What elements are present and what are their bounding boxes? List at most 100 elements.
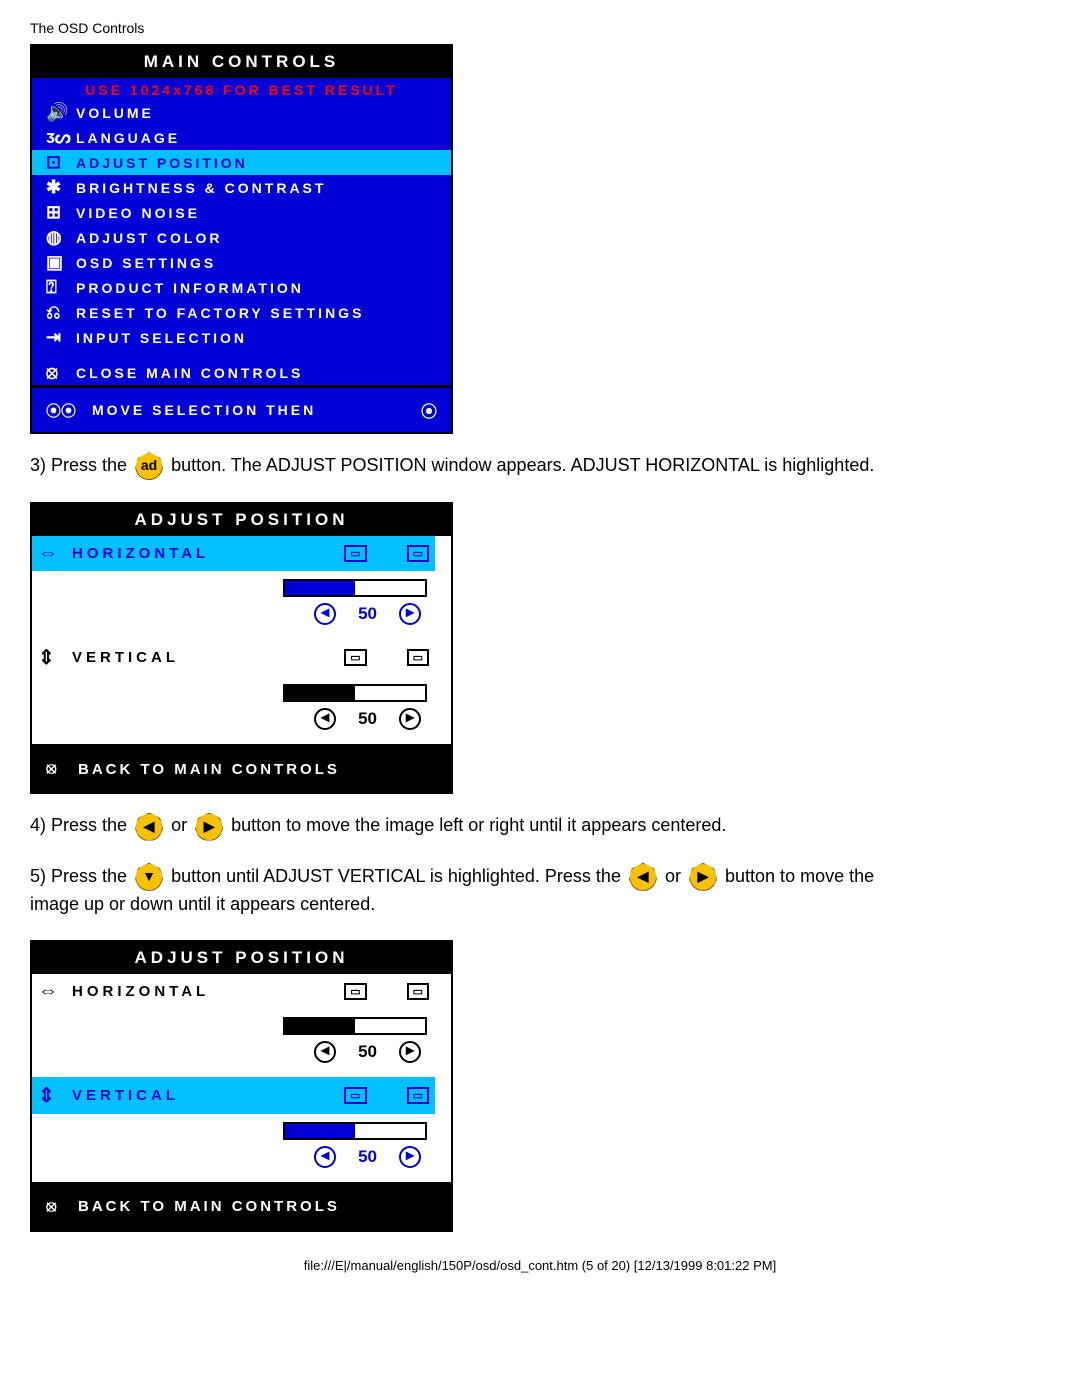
language-icon: ᴣᔕ	[46, 127, 76, 148]
horizontal-icon: ⇔	[38, 980, 72, 1003]
vertical-icon: ⇕	[38, 645, 72, 670]
osd-main-subtitle: USE 1024x768 FOR BEST RESULT	[32, 78, 451, 100]
osd-item-close[interactable]: ⦻ CLOSE MAIN CONTROLS	[32, 360, 451, 385]
right-arrow-icon[interactable]: ▸	[399, 708, 421, 730]
adjust-vertical[interactable]: ⇕ VERTICAL ▭ ▭ ◂ 50 ▸	[32, 1077, 451, 1182]
back-label: BACK TO MAIN CONTROLS	[78, 1198, 340, 1215]
osd-item-label: OSD SETTINGS	[76, 255, 216, 271]
settings-icon: ▣	[46, 252, 76, 273]
position-preview-icons: ▭ ▭	[344, 649, 429, 666]
osd-adjust-title: ADJUST POSITION	[32, 504, 451, 536]
text: button until ADJUST VERTICAL is highligh…	[171, 866, 626, 886]
left-arrow-icon[interactable]: ◂	[314, 1146, 336, 1168]
left-button-icon: ◀	[629, 863, 657, 891]
osd-item-video-noise[interactable]: ⊞ VIDEO NOISE	[32, 200, 451, 225]
back-icon: ⦻	[46, 1198, 78, 1216]
osd-item-volume[interactable]: 🔊 VOLUME	[32, 100, 451, 125]
horizontal-icon: ⇔	[38, 542, 72, 565]
pos-right-icon: ▭	[407, 983, 429, 1000]
adjust-horizontal[interactable]: ⇔ HORIZONTAL ▭ ▭ ◂ 50 ▸	[32, 974, 451, 1077]
vertical-value: 50	[358, 1147, 377, 1167]
osd-item-label: ADJUST COLOR	[76, 230, 222, 246]
text: or	[171, 815, 192, 835]
vertical-bar-fill	[285, 1124, 355, 1138]
position-preview-icons: ▭ ▭	[344, 1087, 429, 1104]
pos-down-icon: ▭	[407, 649, 429, 666]
left-button-icon: ◀	[135, 813, 163, 841]
osd-item-label: CLOSE MAIN CONTROLS	[76, 365, 303, 381]
osd-item-label: LANGUAGE	[76, 130, 180, 146]
back-icon: ⦻	[46, 760, 78, 778]
osd-adjust-position-2: ADJUST POSITION ⇔ HORIZONTAL ▭ ▭ ◂ 50 ▸ …	[30, 940, 453, 1232]
osd-item-adjust-color[interactable]: ◍ ADJUST COLOR	[32, 225, 451, 250]
vertical-icon: ⇕	[38, 1083, 72, 1108]
right-arrow-icon[interactable]: ▸	[399, 1146, 421, 1168]
reset-icon: ⎌	[46, 302, 76, 323]
back-to-main[interactable]: ⦻ BACK TO MAIN CONTROLS	[32, 1182, 451, 1230]
ok-icon: ⦿	[421, 398, 437, 422]
adjust-vertical[interactable]: ⇕ VERTICAL ▭ ▭ ◂ 50 ▸	[32, 639, 451, 744]
step-3-text: 3) Press the ad button. The ADJUST POSIT…	[30, 452, 1050, 480]
adjust-label: HORIZONTAL	[72, 545, 209, 562]
position-preview-icons: ▭ ▭	[344, 983, 429, 1000]
ok-button-icon: ad	[135, 452, 163, 480]
adjust-label: HORIZONTAL	[72, 983, 209, 1000]
step-5-text: 5) Press the ▼ button until ADJUST VERTI…	[30, 863, 1050, 918]
pos-left-icon: ▭	[344, 983, 366, 1000]
osd-item-label: VOLUME	[76, 105, 154, 121]
pos-left-icon: ▭	[344, 545, 366, 562]
volume-icon: 🔊	[46, 102, 76, 123]
adjust-label: VERTICAL	[72, 649, 179, 666]
text: image up or down until it appears center…	[30, 894, 375, 914]
osd-item-label: BRIGHTNESS & CONTRAST	[76, 180, 326, 196]
text: or	[665, 866, 686, 886]
vertical-value: 50	[358, 709, 377, 729]
osd-item-brightness-contrast[interactable]: ✱ BRIGHTNESS & CONTRAST	[32, 175, 451, 200]
text: button to move the image left or right u…	[231, 815, 726, 835]
right-button-icon: ▶	[195, 813, 223, 841]
horizontal-bar	[283, 579, 427, 597]
adjust-label: VERTICAL	[72, 1087, 179, 1104]
osd-main-title: MAIN CONTROLS	[32, 46, 451, 78]
left-arrow-icon[interactable]: ◂	[314, 708, 336, 730]
osd-item-label: INPUT SELECTION	[76, 330, 247, 346]
close-icon: ⦻	[46, 362, 76, 383]
brightness-icon: ✱	[46, 177, 76, 198]
vertical-bar-fill	[285, 686, 355, 700]
osd-item-product-info[interactable]: ⍰ PRODUCT INFORMATION	[32, 275, 451, 300]
page-header: The OSD Controls	[30, 20, 1050, 36]
horizontal-bar-fill	[285, 1019, 355, 1033]
horizontal-bar	[283, 1017, 427, 1035]
left-arrow-icon[interactable]: ◂	[314, 603, 336, 625]
vertical-bar	[283, 684, 427, 702]
right-arrow-icon[interactable]: ▸	[399, 603, 421, 625]
osd-item-input-selection[interactable]: ⇥ INPUT SELECTION	[32, 325, 451, 350]
osd-item-osd-settings[interactable]: ▣ OSD SETTINGS	[32, 250, 451, 275]
updown-icon: ⦿⦿	[46, 400, 92, 421]
osd-item-reset-factory[interactable]: ⎌ RESET TO FACTORY SETTINGS	[32, 300, 451, 325]
osd-item-label: RESET TO FACTORY SETTINGS	[76, 305, 364, 321]
osd-main-controls: MAIN CONTROLS USE 1024x768 FOR BEST RESU…	[30, 44, 453, 434]
right-arrow-icon[interactable]: ▸	[399, 1041, 421, 1063]
osd-adjust-position-1: ADJUST POSITION ⇔ HORIZONTAL ▭ ▭ ◂ 50 ▸ …	[30, 502, 453, 794]
adjust-horizontal[interactable]: ⇔ HORIZONTAL ▭ ▭ ◂ 50 ▸	[32, 536, 451, 639]
info-icon: ⍰	[46, 277, 76, 298]
divider	[32, 350, 451, 360]
text: 4) Press the	[30, 815, 127, 835]
text: button to move the	[725, 866, 874, 886]
text: 3) Press the	[30, 455, 132, 475]
osd-adjust-title: ADJUST POSITION	[32, 942, 451, 974]
osd-item-language[interactable]: ᴣᔕ LANGUAGE	[32, 125, 451, 150]
pos-down-icon: ▭	[407, 1087, 429, 1104]
left-arrow-icon[interactable]: ◂	[314, 1041, 336, 1063]
down-button-icon: ▼	[135, 863, 163, 891]
osd-item-label: PRODUCT INFORMATION	[76, 280, 304, 296]
text: button. The ADJUST POSITION window appea…	[171, 455, 874, 475]
position-preview-icons: ▭ ▭	[344, 545, 429, 562]
osd-item-adjust-position[interactable]: ⊡ ADJUST POSITION	[32, 150, 451, 175]
osd-main-footer: ⦿⦿ MOVE SELECTION THEN ⦿	[32, 385, 451, 432]
osd-footer-text: MOVE SELECTION THEN	[92, 402, 316, 418]
right-button-icon: ▶	[689, 863, 717, 891]
back-to-main[interactable]: ⦻ BACK TO MAIN CONTROLS	[32, 744, 451, 792]
vertical-bar	[283, 1122, 427, 1140]
